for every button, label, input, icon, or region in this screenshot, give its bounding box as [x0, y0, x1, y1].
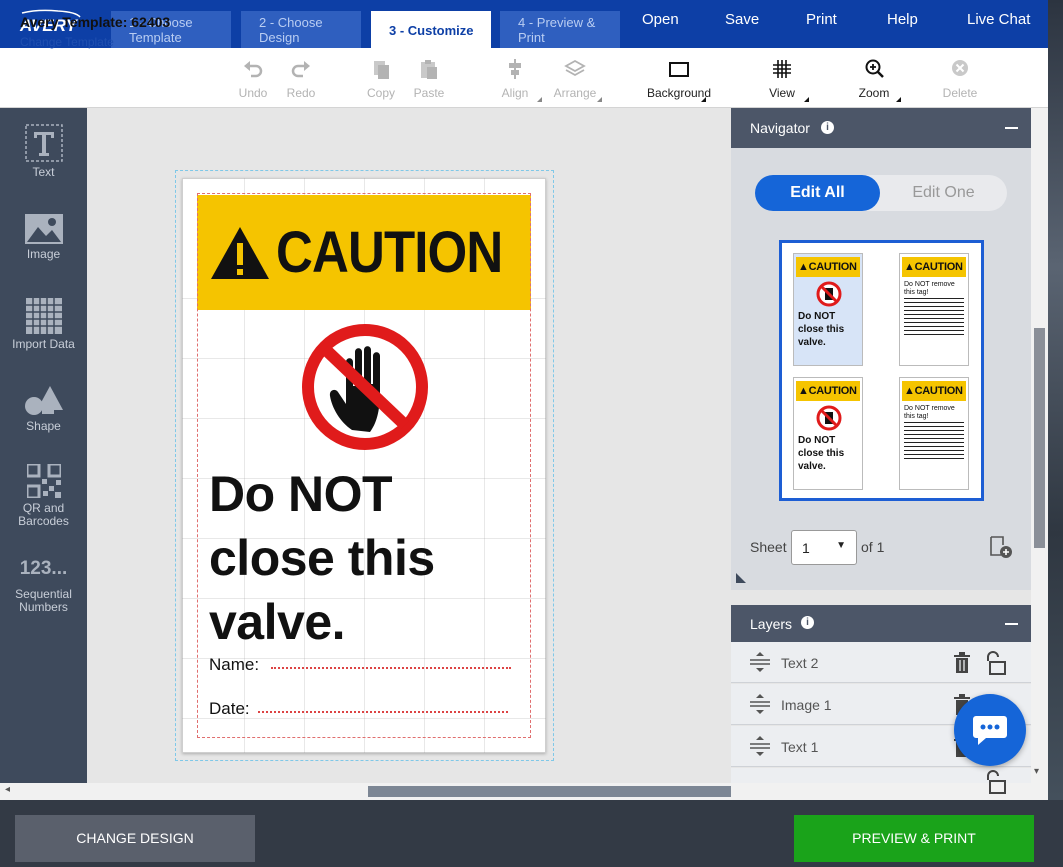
sidebar-import-data-tool[interactable]: Import Data — [0, 298, 87, 351]
sheet-preview[interactable]: ▲CAUTION Do NOT close this valve. ▲CAUTION… — [779, 240, 984, 501]
resize-corner-icon[interactable] — [736, 573, 746, 583]
edit-all-button[interactable]: Edit All — [755, 175, 880, 211]
live-chat-menu[interactable]: Live Chat — [967, 11, 1030, 28]
layer-item-partial[interactable] — [731, 768, 1031, 794]
qr-code-icon — [26, 464, 61, 498]
sidebar-qr-barcodes-tool[interactable]: QR and Barcodes — [0, 464, 87, 528]
sidebar-shape-tool[interactable]: Shape — [0, 384, 87, 433]
add-sheet-icon[interactable] — [989, 535, 1013, 559]
collapse-icon[interactable] — [1005, 127, 1018, 129]
mini-stop-hand-icon — [816, 281, 842, 307]
sidebar-sequential-numbers-tool[interactable]: 123... Sequential Numbers — [0, 558, 87, 614]
redo-button[interactable]: Redo — [266, 58, 336, 100]
help-menu[interactable]: Help — [887, 11, 918, 28]
scroll-down-arrow-icon[interactable]: ▾ — [1034, 766, 1039, 777]
mini-valve-text: Do NOT close this valve. — [798, 311, 845, 348]
navigator-header[interactable]: Navigator i — [731, 108, 1031, 148]
zoom-in-icon — [865, 59, 884, 78]
info-icon[interactable]: i — [821, 121, 834, 134]
grid-icon — [773, 60, 791, 78]
layers-header[interactable]: Layers i — [731, 605, 1031, 642]
change-design-button[interactable]: CHANGE DESIGN — [15, 815, 255, 862]
undo-icon — [244, 61, 263, 78]
mini-warning-icon: ▲ — [904, 385, 915, 397]
sidebar-text-tool[interactable]: Text — [0, 124, 87, 179]
view-button[interactable]: View — [747, 58, 817, 102]
text-tool-icon — [24, 124, 63, 162]
mini-label-1[interactable]: ▲CAUTION Do NOT close this valve. — [793, 253, 863, 366]
dropdown-arrow-icon: ▼ — [836, 540, 846, 551]
chat-button[interactable] — [954, 694, 1026, 766]
copy-icon — [374, 61, 389, 79]
background-window-edge — [1048, 0, 1063, 800]
horizontal-scroll-thumb[interactable] — [368, 786, 731, 797]
mini-tag-text: Do NOT remove this tag! — [904, 281, 955, 296]
mini-valve-text: Do NOT close this valve. — [798, 435, 845, 472]
unlock-icon[interactable] — [984, 651, 1006, 675]
zoom-button[interactable]: Zoom — [839, 58, 909, 102]
background-icon — [669, 62, 689, 77]
drag-handle-icon[interactable] — [749, 652, 771, 672]
paste-button[interactable]: Paste — [394, 58, 464, 100]
safe-area-guide — [197, 193, 531, 738]
horizontal-scrollbar[interactable]: ◂ — [0, 783, 1048, 800]
step-preview-print[interactable]: 4 - Preview & Print — [500, 11, 620, 48]
change-template-link[interactable]: Change Template — [20, 35, 114, 49]
chat-bubble-icon — [973, 716, 1007, 745]
mini-warning-icon: ▲ — [798, 385, 809, 397]
mini-stop-hand-icon — [816, 405, 842, 431]
left-sidebar — [0, 108, 87, 783]
step-choose-design[interactable]: 2 - Choose Design — [241, 11, 361, 48]
mini-caution-bar: ▲CAUTION — [902, 381, 966, 401]
layer-item[interactable]: Text 2 — [731, 642, 1031, 683]
delete-x-icon — [952, 60, 968, 76]
align-icon — [509, 59, 521, 79]
save-menu[interactable]: Save — [725, 11, 759, 28]
mini-caution-bar: ▲CAUTION — [902, 257, 966, 277]
info-icon[interactable]: i — [801, 616, 814, 629]
edit-mode-toggle: Edit All Edit One — [755, 175, 1007, 211]
vertical-scrollbar[interactable]: ▾ — [1031, 108, 1048, 800]
open-menu[interactable]: Open — [642, 11, 679, 28]
sequential-numbers-icon: 123... — [19, 558, 68, 579]
sheet-select[interactable]: 1 ▼ — [791, 530, 857, 565]
edit-one-button[interactable]: Edit One — [880, 175, 1007, 211]
delete-button[interactable]: Delete — [925, 58, 995, 100]
mini-tag-text: Do NOT remove this tag! — [904, 405, 955, 420]
collapse-icon[interactable] — [1005, 623, 1018, 625]
drag-handle-icon[interactable] — [749, 694, 771, 714]
trash-icon[interactable] — [953, 652, 971, 674]
mini-tag-lines — [904, 298, 964, 338]
preview-print-button[interactable]: PREVIEW & PRINT — [794, 815, 1034, 862]
mini-tag-lines — [904, 422, 964, 462]
mini-caution-bar: ▲CAUTION — [796, 381, 860, 401]
redo-icon — [291, 61, 310, 78]
mini-warning-icon: ▲ — [904, 261, 915, 273]
shapes-icon — [24, 386, 63, 415]
unlock-icon[interactable] — [984, 770, 1006, 794]
drag-handle-icon[interactable] — [749, 736, 771, 756]
sheet-label: Sheet — [750, 539, 787, 555]
sheet-count: of 1 — [861, 539, 885, 555]
mini-warning-icon: ▲ — [798, 261, 809, 273]
paste-icon — [421, 60, 437, 79]
sidebar-image-tool[interactable]: Image — [0, 214, 87, 261]
mini-label-3[interactable]: ▲CAUTION Do NOT close this valve. — [793, 377, 863, 490]
step-customize[interactable]: 3 - Customize — [371, 11, 491, 48]
arrange-layers-icon — [564, 59, 586, 77]
arrange-button[interactable]: Arrange — [540, 58, 610, 102]
scroll-left-arrow-icon[interactable]: ◂ — [5, 784, 10, 795]
template-title: Avery Template: 62403 — [20, 14, 171, 30]
mini-label-4[interactable]: ▲CAUTION Do NOT remove this tag! — [899, 377, 969, 490]
table-data-icon — [25, 298, 62, 334]
image-tool-icon — [24, 214, 63, 244]
vertical-scroll-thumb[interactable] — [1034, 328, 1045, 548]
background-button[interactable]: Background — [644, 58, 714, 102]
mini-label-2[interactable]: ▲CAUTION Do NOT remove this tag! — [899, 253, 969, 366]
print-menu[interactable]: Print — [806, 11, 837, 28]
mini-caution-bar: ▲CAUTION — [796, 257, 860, 277]
